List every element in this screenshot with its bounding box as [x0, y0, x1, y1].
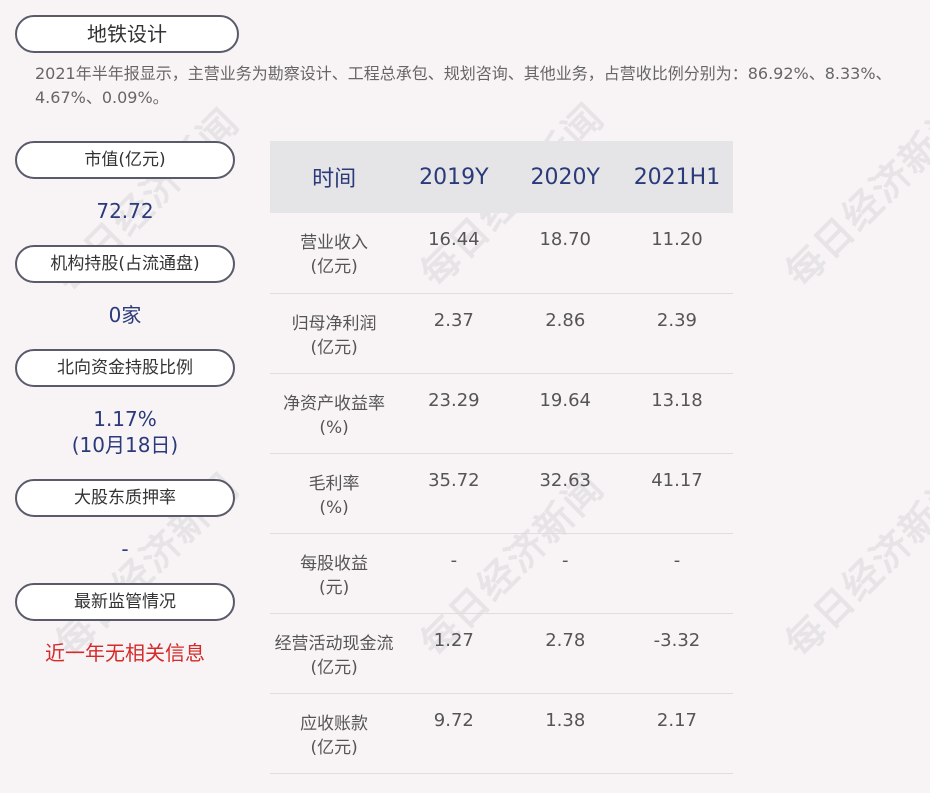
- cell-2020y: 2.78: [509, 613, 621, 694]
- row-label-unit: (亿元): [310, 657, 358, 678]
- table-row: 毛利率 (%) 35.72 32.63 41.17: [270, 453, 733, 534]
- page-title: 地铁设计: [15, 15, 239, 53]
- table-row: 应收账款 (亿元) 9.72 1.38 2.17: [270, 693, 733, 774]
- cell-2021h1: 11.20: [620, 213, 733, 294]
- cell-2020y: 19.64: [509, 373, 621, 454]
- pledge-rate-label: 大股东质押率: [15, 479, 235, 517]
- row-label-unit: (%): [319, 497, 349, 518]
- market-cap-value: 72.72: [96, 199, 154, 223]
- cell-2021h1: 2.39: [620, 293, 733, 374]
- cell-2019y: 23.29: [398, 373, 510, 454]
- row-label-unit: (亿元): [310, 257, 358, 277]
- row-label-main: 每股收益: [300, 553, 369, 574]
- cell-2021h1: 13.18: [620, 373, 733, 454]
- institution-holding-label: 机构持股(占流通盘): [15, 245, 235, 283]
- table-row: 每股收益 (元) - - -: [270, 533, 733, 614]
- row-label-main: 经营活动现金流: [274, 633, 394, 654]
- cell-2021h1: -: [620, 533, 733, 614]
- row-label-main: 营业收入: [300, 233, 369, 253]
- regulation-label: 最新监管情况: [15, 583, 235, 621]
- row-label-unit: (亿元): [310, 737, 358, 758]
- row-label: 营业收入 (亿元): [270, 213, 399, 294]
- northbound-ratio-value: 1.17%: [93, 407, 157, 431]
- cell-2020y: -: [509, 533, 621, 614]
- header-2020y: 2020Y: [509, 141, 621, 213]
- row-label-unit: (%): [319, 417, 349, 438]
- watermark: 每日经济新闻: [777, 94, 930, 296]
- regulation-value: 近一年无相关信息: [45, 641, 205, 665]
- market-cap-label: 市值(亿元): [15, 141, 235, 179]
- row-label-main: 应收账款: [300, 713, 369, 734]
- cell-2019y: 35.72: [398, 453, 510, 534]
- row-label-unit: (元): [318, 577, 350, 598]
- header-time: 时间: [270, 141, 399, 213]
- row-label-unit: (亿元): [310, 337, 358, 358]
- table-row: 净资产收益率 (%) 23.29 19.64 13.18: [270, 373, 733, 454]
- cell-2019y: 9.72: [398, 693, 510, 774]
- table-row: 营业收入 (亿元) 16.44 18.70 11.20: [270, 213, 733, 294]
- row-label: 每股收益 (元): [270, 533, 399, 614]
- row-label-main: 归母净利润: [291, 313, 377, 334]
- table-header-row: 时间 2019Y 2020Y 2021H1: [270, 141, 733, 213]
- cell-2020y: 18.70: [509, 213, 621, 294]
- cell-2019y: 2.37: [398, 293, 510, 374]
- table-row: 归母净利润 (亿元) 2.37 2.86 2.39: [270, 293, 733, 374]
- table-row: 经营活动现金流 (亿元) 1.27 2.78 -3.32: [270, 613, 733, 694]
- northbound-ratio-label: 北向资金持股比例: [15, 349, 235, 387]
- cell-2020y: 1.38: [509, 693, 621, 774]
- cell-2021h1: 41.17: [620, 453, 733, 534]
- row-label: 经营活动现金流 (亿元): [270, 613, 399, 694]
- row-label: 净资产收益率 (%): [270, 373, 399, 454]
- row-label: 归母净利润 (亿元): [270, 293, 399, 374]
- header-2019y: 2019Y: [398, 141, 510, 213]
- financial-table: 时间 2019Y 2020Y 2021H1 营业收入 (亿元) 16.44 18.…: [270, 141, 733, 774]
- summary-text: 2021年半年报显示，主营业务为勘察设计、工程总承包、规划咨询、其他业务，占营收…: [35, 64, 892, 107]
- row-label: 毛利率 (%): [270, 453, 399, 534]
- cell-2021h1: -3.32: [620, 613, 733, 694]
- cell-2020y: 2.86: [509, 293, 621, 374]
- institution-holding-value: 0家: [108, 303, 142, 327]
- row-label-main: 毛利率: [308, 473, 360, 494]
- row-label-main: 净资产收益率: [283, 393, 386, 414]
- northbound-ratio-date: (10月18日): [71, 433, 179, 457]
- watermark: 每日经济新闻: [777, 464, 930, 666]
- header-2021h1: 2021H1: [620, 141, 733, 213]
- cell-2019y: 1.27: [398, 613, 510, 694]
- row-label: 应收账款 (亿元): [270, 693, 399, 774]
- cell-2019y: 16.44: [398, 213, 510, 294]
- cell-2019y: -: [398, 533, 510, 614]
- cell-2021h1: 2.17: [620, 693, 733, 774]
- pledge-rate-value: -: [121, 537, 129, 561]
- cell-2020y: 32.63: [509, 453, 621, 534]
